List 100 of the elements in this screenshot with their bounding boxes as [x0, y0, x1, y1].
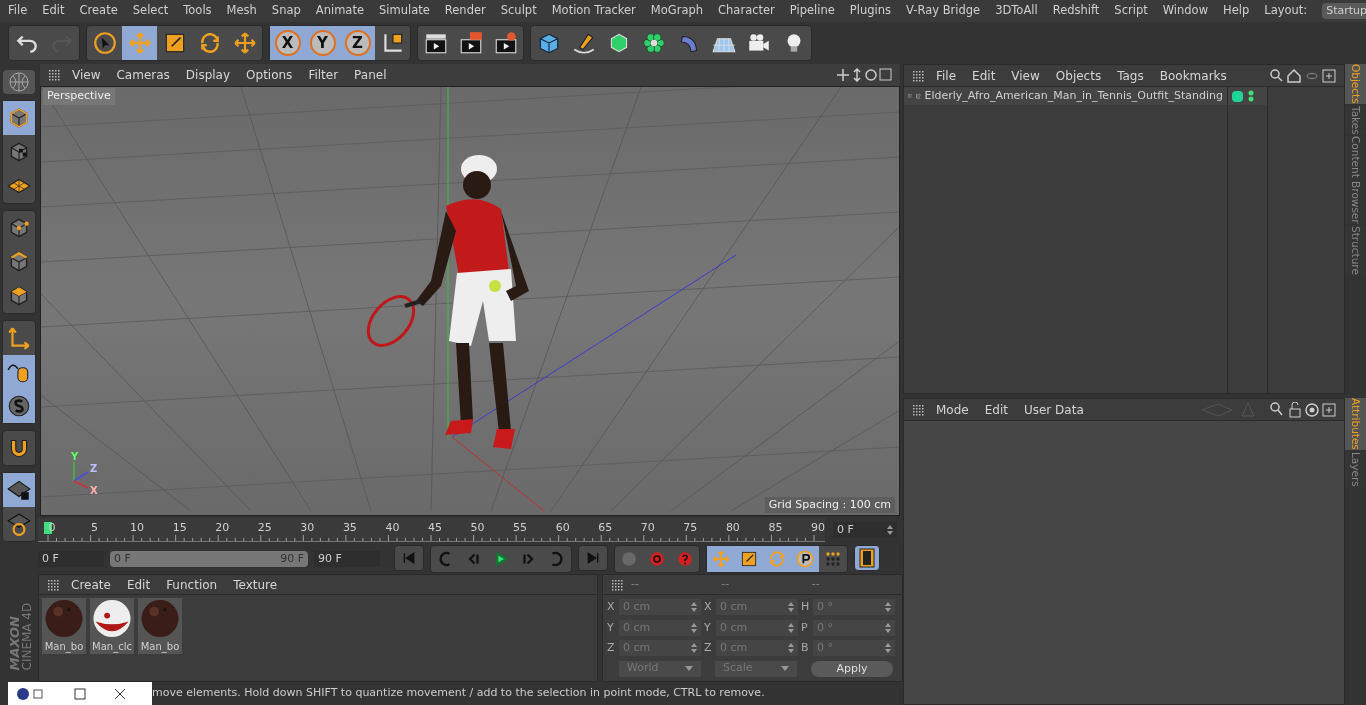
- column-header: --: [631, 576, 640, 593]
- menu-item[interactable]: Mesh: [226, 2, 257, 20]
- menu-item[interactable]: Simulate: [379, 2, 430, 20]
- axis-label: Z: [704, 640, 713, 656]
- go-end-icon: [585, 550, 601, 566]
- spinner-icon: [691, 602, 697, 613]
- menu-item[interactable]: Function: [166, 575, 218, 594]
- menu-item[interactable]: Options: [246, 66, 293, 84]
- start-frame-field[interactable]: 0 F: [38, 551, 104, 567]
- menu-item[interactable]: Snap: [271, 2, 301, 20]
- axis-lock-button[interactable]: X: [270, 26, 305, 60]
- menu-item[interactable]: Edit: [42, 2, 65, 20]
- menu-item[interactable]: Edit: [126, 575, 151, 594]
- menu-item[interactable]: Pipeline: [789, 2, 835, 20]
- layer-color-swatch[interactable]: [1232, 90, 1243, 102]
- end-frame-field[interactable]: 90 F: [314, 551, 380, 567]
- menu-item[interactable]: Tags: [1117, 66, 1144, 85]
- menu-item[interactable]: Panel: [354, 66, 387, 84]
- menu-item[interactable]: Select: [132, 2, 169, 20]
- menu-item[interactable]: View: [1011, 66, 1040, 85]
- side-tab[interactable]: Objects: [1345, 64, 1366, 104]
- range-start-label: 0 F: [114, 550, 131, 567]
- menu-item[interactable]: View: [72, 66, 101, 84]
- menu-item[interactable]: 3DToAll: [995, 2, 1038, 20]
- frame-number: 0: [48, 520, 56, 536]
- menu-item[interactable]: MoGraph: [650, 2, 704, 20]
- snap-s-icon: [6, 393, 32, 419]
- tool-button[interactable]: [3, 473, 35, 507]
- axis-label: X: [704, 599, 713, 615]
- spinner-icon: [788, 643, 794, 654]
- current-frame-field[interactable]: 0 F: [833, 522, 897, 538]
- menu-item[interactable]: Display: [185, 66, 231, 84]
- menu-item[interactable]: Script: [1114, 2, 1148, 20]
- frame-number: 35: [342, 520, 357, 536]
- scale-icon: [739, 549, 759, 569]
- timeline-window-button[interactable]: [854, 545, 880, 571]
- menu-item[interactable]: Objects: [1055, 66, 1102, 85]
- tool-button[interactable]: [3, 389, 35, 423]
- column-header: --: [811, 576, 821, 593]
- material-item[interactable]: Man_bo: [138, 598, 182, 654]
- spinner-icon: [691, 643, 697, 654]
- menu-item[interactable]: V-Ray Bridge: [906, 2, 981, 20]
- frame-number: 55: [513, 520, 528, 536]
- frame-range-slider[interactable]: [110, 551, 308, 567]
- axis-lock-button[interactable]: Z: [340, 26, 375, 60]
- material-sphere-icon: [43, 598, 85, 639]
- axis-label: H: [801, 599, 810, 615]
- menu-item[interactable]: User Data: [1023, 400, 1084, 419]
- menu-item[interactable]: Create: [79, 2, 118, 20]
- timeline-ruler[interactable]: 0 5 10 15 20 25 30 35 40 45 50 55 60 65 70 75 80 85 90: [38, 518, 825, 542]
- viewport[interactable]: Perspective Y Z X Grid Spacing : 100 cm: [40, 86, 900, 516]
- globe-view-button[interactable]: [3, 70, 35, 94]
- menu-item[interactable]: Render: [444, 2, 486, 20]
- menu-item[interactable]: Edit: [984, 400, 1008, 419]
- object-manager-toolbar-icon: [1270, 68, 1336, 83]
- menu-item[interactable]: Help: [1223, 2, 1250, 20]
- maximize-icon: [74, 687, 86, 700]
- menu-item[interactable]: Plugins: [849, 2, 892, 20]
- menu-item[interactable]: File: [8, 2, 28, 20]
- rotate-icon: [767, 549, 787, 569]
- axis-label: Y: [607, 619, 615, 636]
- frame-number: 10: [130, 520, 145, 536]
- menu-item[interactable]: Window: [1162, 2, 1209, 20]
- axis-lock-button[interactable]: Y: [305, 26, 340, 60]
- frame-number: 60: [555, 520, 570, 536]
- menu-item[interactable]: Cameras: [116, 66, 170, 84]
- menu-item[interactable]: Character: [718, 2, 775, 20]
- menu-item[interactable]: Tools: [183, 2, 212, 20]
- menu-item[interactable]: Filter: [308, 66, 339, 84]
- menu-item[interactable]: Motion Tracker: [551, 2, 636, 20]
- menu-item[interactable]: Animate: [315, 2, 364, 20]
- layout-dropdown[interactable]: Startup: [1322, 3, 1366, 19]
- app-restore-icon: [16, 686, 46, 701]
- panel-grip-icon: [912, 403, 924, 416]
- frame-number: 20: [215, 520, 230, 536]
- spinner-icon: [788, 622, 794, 633]
- panel-grip-icon: [611, 578, 623, 591]
- go-to-start-button[interactable]: [394, 545, 424, 571]
- spinner-icon: [788, 602, 794, 613]
- menu-item[interactable]: Texture: [233, 575, 278, 594]
- menu-item[interactable]: Edit: [972, 66, 996, 85]
- material-name: Man_bo: [44, 640, 84, 654]
- menu-item[interactable]: Bookmarks: [1159, 66, 1227, 85]
- menu-item[interactable]: Sculpt: [500, 2, 537, 20]
- material-item[interactable]: Man_bo: [42, 598, 86, 654]
- menu-item[interactable]: Create: [71, 575, 111, 594]
- caret-icon: [685, 666, 693, 671]
- material-item[interactable]: Man_clc: [90, 598, 134, 654]
- camera-label: Perspective: [43, 88, 115, 105]
- menu-item[interactable]: File: [936, 66, 957, 85]
- menu-item[interactable]: Mode: [936, 400, 969, 419]
- menu-item[interactable]: Redshift: [1052, 2, 1100, 20]
- key-tool-button[interactable]: [791, 546, 819, 572]
- apply-button[interactable]: Apply: [811, 660, 893, 677]
- frame-number: 5: [91, 520, 99, 536]
- tool-button[interactable]: [3, 101, 35, 135]
- panel-grip-icon: [912, 69, 924, 82]
- tool-button[interactable]: [3, 355, 35, 389]
- column-header: --: [721, 576, 731, 593]
- visibility-dots-icon[interactable]: [1248, 89, 1254, 103]
